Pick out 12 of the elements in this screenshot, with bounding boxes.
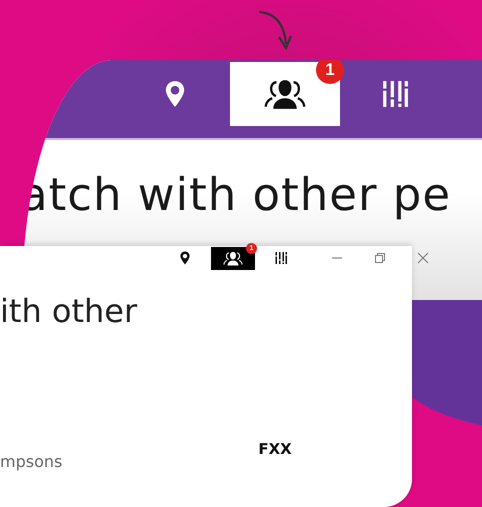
equalizer-icon bbox=[275, 251, 287, 265]
equalizer-icon bbox=[382, 80, 408, 108]
show-title: mpsons bbox=[0, 452, 62, 471]
close-icon bbox=[417, 252, 429, 264]
people-icon bbox=[263, 78, 307, 110]
restore-icon bbox=[374, 252, 386, 264]
people-icon bbox=[223, 250, 243, 266]
arrow-icon bbox=[258, 10, 292, 50]
notification-badge: 1 bbox=[316, 60, 344, 84]
heading: ith other bbox=[0, 292, 138, 330]
channel-name: FXX bbox=[258, 440, 292, 458]
location-pin-icon bbox=[179, 251, 191, 265]
